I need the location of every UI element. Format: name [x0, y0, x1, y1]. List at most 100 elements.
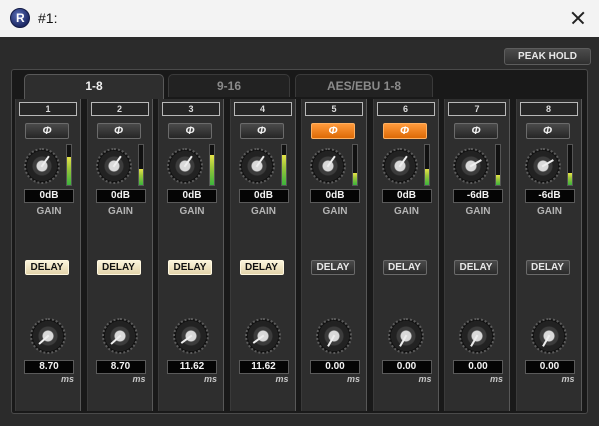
channel-strip-5: 5 Φ 0dB GAIN DELAY 0.00 ms: [301, 99, 367, 411]
delay-unit-label: ms: [203, 374, 217, 384]
knob-pointer: [326, 155, 336, 168]
phase-invert-button[interactable]: Φ: [454, 123, 498, 139]
app-logo-icon: [10, 8, 30, 28]
channel-number: 3: [162, 102, 220, 116]
meter-fill: [353, 173, 357, 185]
tab-1-8[interactable]: 1-8: [24, 74, 164, 99]
delay-value[interactable]: 11.62: [238, 360, 289, 374]
gain-value[interactable]: -6dB: [524, 189, 575, 203]
gain-value[interactable]: 0dB: [310, 189, 360, 203]
delay-knob[interactable]: [30, 318, 66, 354]
meter-fill: [67, 157, 71, 185]
channel-number: 4: [233, 102, 292, 116]
delay-value[interactable]: 0.00: [310, 360, 360, 374]
channel-strip-4: 4 Φ 0dB GAIN DELAY 11.62 ms: [229, 99, 296, 411]
gain-knob[interactable]: [24, 148, 60, 184]
delay-button[interactable]: DELAY: [311, 260, 355, 275]
level-meter: [423, 144, 430, 186]
gain-knob[interactable]: [524, 148, 561, 184]
delay-button[interactable]: DELAY: [525, 260, 570, 275]
gain-knob[interactable]: [167, 148, 203, 184]
delay-value[interactable]: 8.70: [24, 360, 74, 374]
knob-pointer: [541, 159, 554, 168]
delay-knob[interactable]: [316, 318, 352, 354]
delay-value[interactable]: 0.00: [524, 360, 575, 374]
gain-knob[interactable]: [310, 148, 346, 184]
level-meter: [280, 144, 287, 186]
delay-button[interactable]: DELAY: [454, 260, 498, 275]
channel-number: 6: [376, 102, 435, 116]
channel-strip-3: 3 Φ 0dB GAIN DELAY 11.62 ms: [158, 99, 224, 411]
delay-button[interactable]: DELAY: [96, 260, 141, 275]
gain-knob[interactable]: [95, 148, 132, 184]
meter-fill: [496, 175, 500, 185]
channel-strip-6: 6 Φ 0dB GAIN DELAY 0.00 ms: [372, 99, 439, 411]
gain-knob[interactable]: [453, 148, 489, 184]
phase-invert-button[interactable]: Φ: [382, 123, 427, 139]
level-meter: [495, 144, 501, 186]
knob-pointer: [255, 155, 265, 168]
phase-invert-button[interactable]: Φ: [239, 123, 284, 139]
gain-value[interactable]: 0dB: [24, 189, 74, 203]
phase-invert-button[interactable]: Φ: [525, 123, 570, 139]
phase-invert-button[interactable]: Φ: [96, 123, 141, 139]
gain-knob[interactable]: [381, 148, 418, 184]
delay-value[interactable]: 8.70: [95, 360, 146, 374]
gain-value[interactable]: -6dB: [453, 189, 503, 203]
delay-unit-label: ms: [489, 374, 503, 384]
channel-number: 5: [305, 102, 363, 116]
knob-pointer: [38, 334, 50, 345]
delay-knob[interactable]: [101, 318, 138, 354]
phase-invert-button[interactable]: Φ: [311, 123, 355, 139]
delay-value[interactable]: 0.00: [381, 360, 432, 374]
delay-button[interactable]: DELAY: [168, 260, 212, 275]
gain-value[interactable]: 0dB: [167, 189, 217, 203]
gain-label: GAIN: [465, 206, 491, 217]
channel-strip-7: 7 Φ -6dB GAIN DELAY 0.00 ms: [444, 99, 510, 411]
delay-unit-label: ms: [275, 374, 289, 384]
tab-9-16[interactable]: 9-16: [168, 74, 290, 97]
knob-pointer: [398, 334, 407, 347]
tab-aes-ebu-1-8[interactable]: AES/EBU 1-8: [295, 74, 433, 97]
delay-unit-label: ms: [418, 374, 432, 384]
delay-knob[interactable]: [173, 318, 209, 354]
delay-button[interactable]: DELAY: [239, 260, 284, 275]
gain-knob[interactable]: [238, 148, 275, 184]
delay-button[interactable]: DELAY: [382, 260, 427, 275]
title-bar: #1:: [0, 0, 599, 37]
delay-unit-label: ms: [346, 374, 360, 384]
window-title: #1:: [38, 10, 58, 26]
gain-label: GAIN: [36, 206, 62, 217]
delay-button[interactable]: DELAY: [25, 260, 69, 275]
peak-hold-button[interactable]: PEAK HOLD: [504, 48, 591, 65]
delay-unit-label: ms: [561, 374, 575, 384]
level-meter: [566, 144, 573, 186]
knob-pointer: [112, 155, 122, 168]
delay-unit-label: ms: [132, 374, 146, 384]
level-meter: [209, 144, 215, 186]
knob-pointer: [252, 334, 264, 344]
meter-fill: [424, 169, 429, 185]
delay-knob[interactable]: [244, 318, 281, 354]
gain-value[interactable]: 0dB: [95, 189, 146, 203]
knob-pointer: [180, 334, 193, 344]
close-icon[interactable]: [563, 4, 593, 32]
level-meter: [352, 144, 358, 186]
level-meter: [66, 144, 72, 186]
gain-value[interactable]: 0dB: [381, 189, 432, 203]
delay-knob[interactable]: [387, 318, 424, 354]
delay-value[interactable]: 11.62: [167, 360, 217, 374]
gain-value[interactable]: 0dB: [238, 189, 289, 203]
gain-label: GAIN: [394, 206, 419, 217]
knob-pointer: [398, 155, 408, 168]
knob-pointer: [470, 334, 479, 347]
phase-invert-button[interactable]: Φ: [25, 123, 69, 139]
gain-label: GAIN: [108, 206, 133, 217]
window-body: PEAK HOLD 1-8 9-16 AES/EBU 1-8 1 Φ 0dB GAIN…: [0, 37, 599, 426]
delay-knob[interactable]: [530, 318, 567, 354]
channel-number: 7: [448, 102, 506, 116]
meter-fill: [138, 169, 143, 185]
delay-knob[interactable]: [459, 318, 495, 354]
phase-invert-button[interactable]: Φ: [168, 123, 212, 139]
delay-value[interactable]: 0.00: [453, 360, 503, 374]
